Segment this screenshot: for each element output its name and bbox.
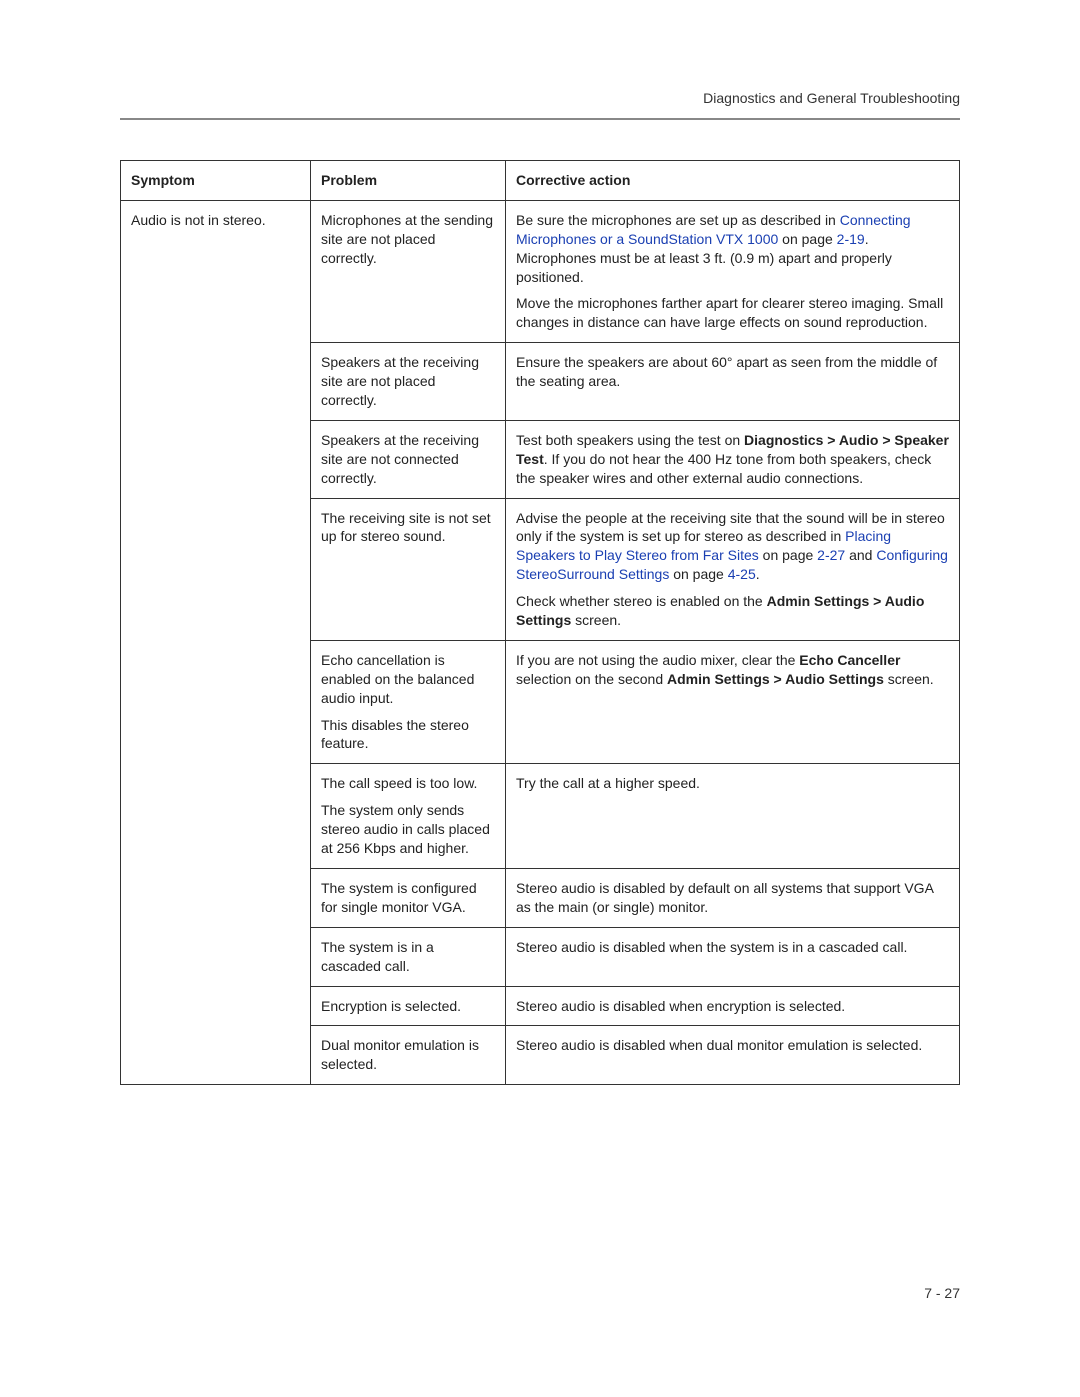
cell-corrective: Stereo audio is disabled by default on a…	[506, 868, 960, 927]
cell-problem: The system is configured for single moni…	[311, 868, 506, 927]
text: Check whether stereo is enabled on the	[516, 593, 767, 609]
text: screen.	[884, 671, 934, 687]
text: selection on the second	[516, 671, 667, 687]
col-header-corrective: Corrective action	[506, 161, 960, 201]
cell-corrective: Stereo audio is disabled when the system…	[506, 927, 960, 986]
bold-text: Echo Canceller	[799, 652, 900, 668]
text: The system only sends stereo audio in ca…	[321, 801, 495, 858]
bold-text: Admin Settings > Audio Settings	[667, 671, 884, 687]
text: on page	[669, 566, 727, 582]
text: Move the microphones farther apart for c…	[516, 294, 949, 332]
cell-symptom: Audio is not in stereo.	[121, 200, 311, 1084]
cell-corrective: Try the call at a higher speed.	[506, 764, 960, 869]
text: The call speed is too low.	[321, 774, 495, 793]
text: Echo cancellation is enabled on the bala…	[321, 651, 495, 708]
col-header-problem: Problem	[311, 161, 506, 201]
cell-problem: Dual monitor emulation is selected.	[311, 1026, 506, 1085]
text: . If you do not hear the 400 Hz tone fro…	[516, 451, 931, 486]
cell-problem: Encryption is selected.	[311, 986, 506, 1026]
cell-problem: Speakers at the receiving site are not c…	[311, 420, 506, 498]
cell-problem: Speakers at the receiving site are not p…	[311, 343, 506, 421]
cell-corrective: Test both speakers using the test on Dia…	[506, 420, 960, 498]
cell-corrective: Be sure the microphones are set up as de…	[506, 200, 960, 342]
link-page-4-25[interactable]: 4-25	[728, 566, 756, 582]
cell-problem: Echo cancellation is enabled on the bala…	[311, 640, 506, 763]
text: This disables the stereo feature.	[321, 716, 495, 754]
col-header-symptom: Symptom	[121, 161, 311, 201]
text: Test both speakers using the test on	[516, 432, 744, 448]
link-page-2-27[interactable]: 2-27	[817, 547, 845, 563]
text: on page	[778, 231, 836, 247]
header-section-title: Diagnostics and General Troubleshooting	[120, 90, 960, 106]
cell-problem: Microphones at the sending site are not …	[311, 200, 506, 342]
text: If you are not using the audio mixer, cl…	[516, 652, 799, 668]
link-page-2-19[interactable]: 2-19	[837, 231, 865, 247]
header-rule	[120, 118, 960, 120]
cell-corrective: Stereo audio is disabled when encryption…	[506, 986, 960, 1026]
text: and	[845, 547, 876, 563]
cell-corrective: Advise the people at the receiving site …	[506, 498, 960, 640]
text: Be sure the microphones are set up as de…	[516, 212, 840, 228]
cell-corrective: If you are not using the audio mixer, cl…	[506, 640, 960, 763]
cell-corrective: Stereo audio is disabled when dual monit…	[506, 1026, 960, 1085]
table-header-row: Symptom Problem Corrective action	[121, 161, 960, 201]
text: on page	[759, 547, 817, 563]
text: screen.	[571, 612, 621, 628]
cell-corrective: Ensure the speakers are about 60° apart …	[506, 343, 960, 421]
page: Diagnostics and General Troubleshooting …	[0, 0, 1080, 1361]
cell-problem: The system is in a cascaded call.	[311, 927, 506, 986]
cell-problem: The call speed is too low. The system on…	[311, 764, 506, 869]
cell-problem: The receiving site is not set up for ste…	[311, 498, 506, 640]
page-number: 7 - 27	[120, 1285, 960, 1301]
troubleshooting-table: Symptom Problem Corrective action Audio …	[120, 160, 960, 1085]
text: .	[756, 566, 760, 582]
table-row: Audio is not in stereo. Microphones at t…	[121, 200, 960, 342]
